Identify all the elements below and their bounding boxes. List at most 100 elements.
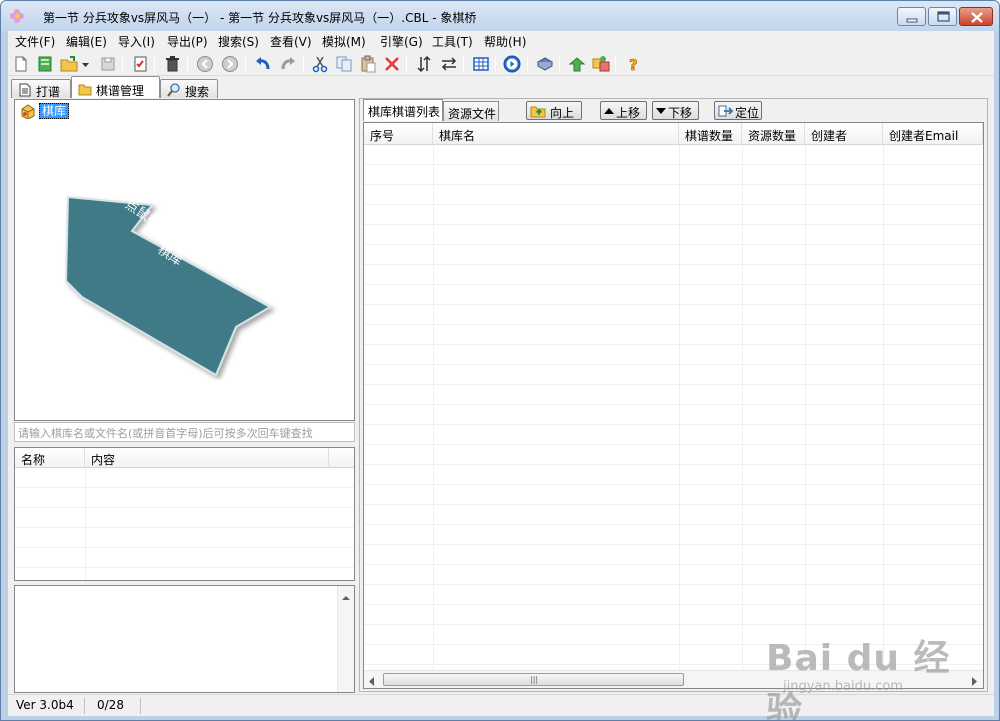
tab-search[interactable]: 搜索 xyxy=(160,79,218,99)
table-row xyxy=(364,345,983,365)
new-book-icon[interactable] xyxy=(35,54,55,74)
table-row xyxy=(364,145,983,165)
menu-export[interactable]: 导出(P) xyxy=(165,33,210,50)
forward-icon[interactable] xyxy=(220,54,240,74)
play-icon[interactable] xyxy=(502,54,522,74)
undo-icon[interactable] xyxy=(253,54,273,74)
folder-up-icon xyxy=(530,104,546,121)
remove-icon[interactable] xyxy=(382,54,402,74)
board-icon[interactable] xyxy=(471,54,491,74)
table-row xyxy=(364,525,983,545)
maximize-button[interactable] xyxy=(928,7,957,26)
tab-library-manage[interactable]: 棋谱管理 xyxy=(71,76,160,98)
menu-tools[interactable]: 工具(T) xyxy=(430,33,475,50)
column-header-creator[interactable]: 创建者 xyxy=(805,123,883,145)
status-separator xyxy=(140,698,141,714)
dropdown-icon[interactable] xyxy=(80,54,92,74)
locate-button[interactable]: 定位 xyxy=(714,101,762,120)
table-row xyxy=(364,245,983,265)
app-flower-icon xyxy=(9,8,25,24)
back-icon[interactable] xyxy=(195,54,215,74)
menu-import[interactable]: 导入(I) xyxy=(116,33,157,50)
paste-icon[interactable] xyxy=(358,54,378,74)
copy-icon[interactable] xyxy=(334,54,354,74)
menu-search[interactable]: 搜索(S) xyxy=(216,33,261,50)
open-folder-icon[interactable] xyxy=(59,54,79,74)
column-header-index[interactable]: 序号 xyxy=(364,123,433,145)
toolbar: ? xyxy=(8,51,994,76)
tree-node-label: 棋库 xyxy=(39,103,70,119)
new-file-icon[interactable] xyxy=(11,54,31,74)
table-row xyxy=(364,365,983,385)
properties-icon[interactable] xyxy=(130,54,150,74)
svg-text:?: ? xyxy=(629,56,638,74)
table-row xyxy=(364,185,983,205)
redo-icon[interactable] xyxy=(278,54,298,74)
toolbar-separator xyxy=(187,55,188,72)
up-level-button[interactable]: 向上 xyxy=(526,101,582,120)
tab-record[interactable]: 打谱 xyxy=(11,79,71,99)
menu-engine[interactable]: 引擎(G) xyxy=(378,33,425,50)
triangle-down-icon xyxy=(656,104,666,121)
folder-icon xyxy=(78,82,92,99)
close-button[interactable] xyxy=(959,7,993,26)
table-row xyxy=(364,305,983,325)
list-item xyxy=(15,488,354,508)
table-row xyxy=(364,425,983,445)
menu-view[interactable]: 查看(V) xyxy=(268,33,314,50)
properties-list[interactable]: 名称 内容 xyxy=(14,447,355,581)
table-row xyxy=(364,445,983,465)
button-label: 定位 xyxy=(735,106,760,120)
column-header-library-name[interactable]: 棋库名 xyxy=(433,123,679,145)
vertical-scrollbar[interactable] xyxy=(337,586,354,692)
button-label: 下移 xyxy=(668,106,693,120)
library-search-input[interactable]: 请输入棋库名或文件名(或拼音首字母)后可按多次回车键查找 xyxy=(14,422,355,442)
app-window: 第一节 分兵攻象vs屏风马（一） - 第一节 分兵攻象vs屏风马（一）.CBL … xyxy=(0,0,1000,721)
swap-icon[interactable] xyxy=(439,54,459,74)
list-item xyxy=(15,508,354,528)
tab-library-games[interactable]: 棋库棋谱列表 xyxy=(363,99,443,121)
status-separator xyxy=(84,698,85,714)
menu-edit[interactable]: 编辑(E) xyxy=(64,33,109,50)
table-row xyxy=(364,205,983,225)
baidu-watermark: Bai du 经验 jingyan.baidu.com xyxy=(761,629,961,720)
column-header-content[interactable]: 内容 xyxy=(85,448,329,468)
table-row xyxy=(364,605,983,625)
games-table[interactable]: 序号 棋库名 棋谱数量 资源数量 创建者 创建者Email ||| xyxy=(363,122,984,689)
scrollbar-thumb[interactable]: ||| xyxy=(383,673,684,686)
sort-icon[interactable] xyxy=(414,54,434,74)
menu-file[interactable]: 文件(F) xyxy=(13,33,57,50)
button-label: 上移 xyxy=(616,106,641,120)
delete-icon[interactable] xyxy=(162,54,182,74)
library-tree[interactable]: 棋库 点鼠标右键，选择新建棋库 xyxy=(14,99,355,421)
minimize-button[interactable] xyxy=(897,7,926,26)
tab-resource-files[interactable]: 资源文件 xyxy=(443,101,499,121)
table-row xyxy=(364,225,983,245)
cut-icon[interactable] xyxy=(310,54,330,74)
column-header-name[interactable]: 名称 xyxy=(15,448,85,468)
toolbar-separator xyxy=(245,55,246,72)
move-down-button[interactable]: 下移 xyxy=(652,101,699,120)
list-item xyxy=(15,548,354,568)
scroll-left-icon[interactable] xyxy=(369,675,375,688)
triangle-up-icon xyxy=(604,104,614,121)
description-textarea[interactable] xyxy=(14,585,355,693)
tab-label: 搜索 xyxy=(185,85,210,99)
scroll-up-icon[interactable] xyxy=(342,590,350,604)
menu-simulate[interactable]: 模拟(M) xyxy=(320,33,368,50)
toolbar-separator xyxy=(559,55,560,72)
scroll-right-icon[interactable] xyxy=(972,675,978,688)
menu-help[interactable]: 帮助(H) xyxy=(482,33,528,50)
column-header-creator-email[interactable]: 创建者Email xyxy=(883,123,983,145)
upload-icon[interactable] xyxy=(567,54,587,74)
table-row xyxy=(364,465,983,485)
toolbar-separator xyxy=(495,55,496,72)
book-icon[interactable] xyxy=(535,54,555,74)
table-row xyxy=(364,165,983,185)
column-header-resource-count[interactable]: 资源数量 xyxy=(742,123,805,145)
sync-icon[interactable] xyxy=(591,54,611,74)
save-icon[interactable] xyxy=(98,54,118,74)
column-header-game-count[interactable]: 棋谱数量 xyxy=(679,123,742,145)
help-icon[interactable]: ? xyxy=(623,54,643,74)
move-up-button[interactable]: 上移 xyxy=(600,101,647,120)
